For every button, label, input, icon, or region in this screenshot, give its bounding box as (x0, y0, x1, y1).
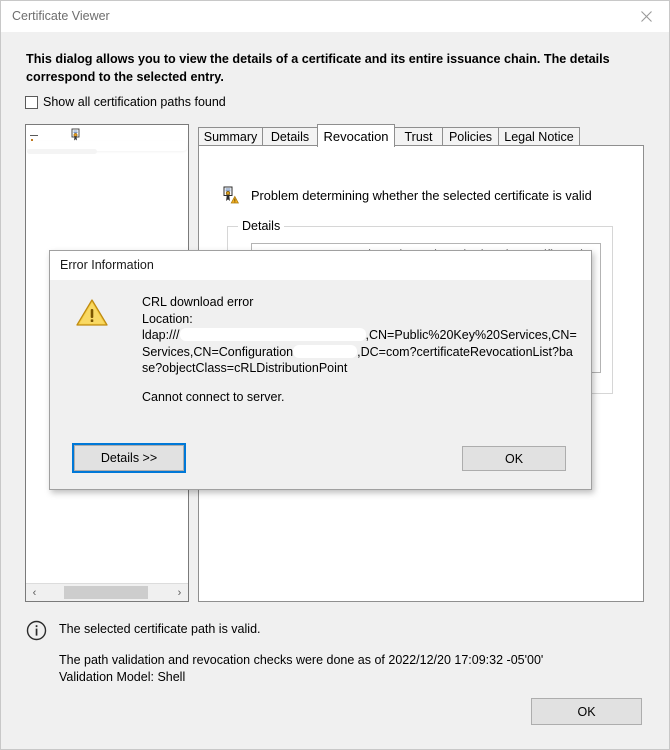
error-ldap-url: ldap:///,CN=Public%20Key%20Services,CN=S… (142, 327, 578, 377)
certificate-icon (69, 128, 83, 142)
error-title-line: CRL download error (142, 295, 254, 309)
tree-item-root[interactable] (26, 125, 188, 154)
tree-label-redaction-2 (27, 149, 97, 154)
tree-horizontal-scrollbar[interactable]: ‹ › (26, 583, 188, 601)
close-glyph (641, 10, 652, 22)
error-dialog-titlebar: Error Information (50, 251, 591, 280)
tab-legal-notice[interactable]: Legal Notice (498, 127, 580, 146)
error-details-button[interactable]: Details >> (72, 443, 186, 473)
error-location-label: Location: (142, 311, 193, 326)
info-glyph (26, 620, 47, 641)
certificate-glyph (71, 128, 80, 141)
window-titlebar: Certificate Viewer (1, 1, 669, 32)
tab-summary[interactable]: Summary (198, 127, 263, 146)
certificate-warning-icon (221, 186, 239, 204)
tab-details[interactable]: Details (262, 127, 318, 146)
tab-policies[interactable]: Policies (442, 127, 499, 146)
error-dialog-title: Error Information (60, 258, 154, 272)
status-validation-time: The path validation and revocation check… (59, 653, 544, 667)
info-icon (26, 620, 47, 641)
details-groupbox-label: Details (238, 219, 285, 233)
tab-revocation[interactable]: Revocation (317, 124, 395, 147)
scroll-left-icon[interactable]: ‹ (26, 584, 43, 601)
error-ok-button[interactable]: OK (462, 446, 566, 471)
warning-triangle-glyph (76, 299, 108, 326)
certificate-warning-glyph (223, 186, 239, 204)
show-all-paths-label: Show all certification paths found (43, 95, 226, 109)
ldap-prefix: ldap:/// (142, 328, 180, 342)
show-all-paths-checkbox[interactable] (25, 95, 38, 109)
tab-trust[interactable]: Trust (394, 127, 443, 146)
tree-expander-icon[interactable] (30, 131, 39, 141)
revocation-problem-text: Problem determining whether the selected… (251, 187, 592, 203)
status-valid-text: The selected certificate path is valid. (59, 622, 261, 636)
error-cannot-connect-text: Cannot connect to server. (142, 390, 285, 404)
error-information-dialog: Error Information CRL download error Loc… (49, 250, 592, 490)
tab-strip: Summary Details Revocation Trust Policie… (198, 124, 644, 147)
show-all-paths-row[interactable]: Show all certification paths found (25, 95, 226, 109)
redacted-host (179, 328, 366, 342)
redacted-domain (293, 344, 358, 358)
close-icon[interactable] (624, 1, 669, 31)
revocation-problem-row: Problem determining whether the selected… (221, 186, 592, 204)
status-detail-text: The path validation and revocation check… (59, 652, 543, 686)
certificate-viewer-window: Certificate Viewer This dialog allows yo… (0, 0, 670, 750)
scroll-right-icon[interactable]: › (171, 584, 188, 601)
ok-button[interactable]: OK (531, 698, 642, 725)
intro-description: This dialog allows you to view the detai… (26, 52, 610, 84)
status-validation-model: Validation Model: Shell (59, 670, 186, 684)
scrollbar-thumb[interactable] (64, 586, 148, 599)
window-title: Certificate Viewer (12, 9, 110, 23)
error-message-block: CRL download error Location: ldap:///,CN… (142, 294, 578, 377)
warning-triangle-icon (75, 297, 109, 328)
